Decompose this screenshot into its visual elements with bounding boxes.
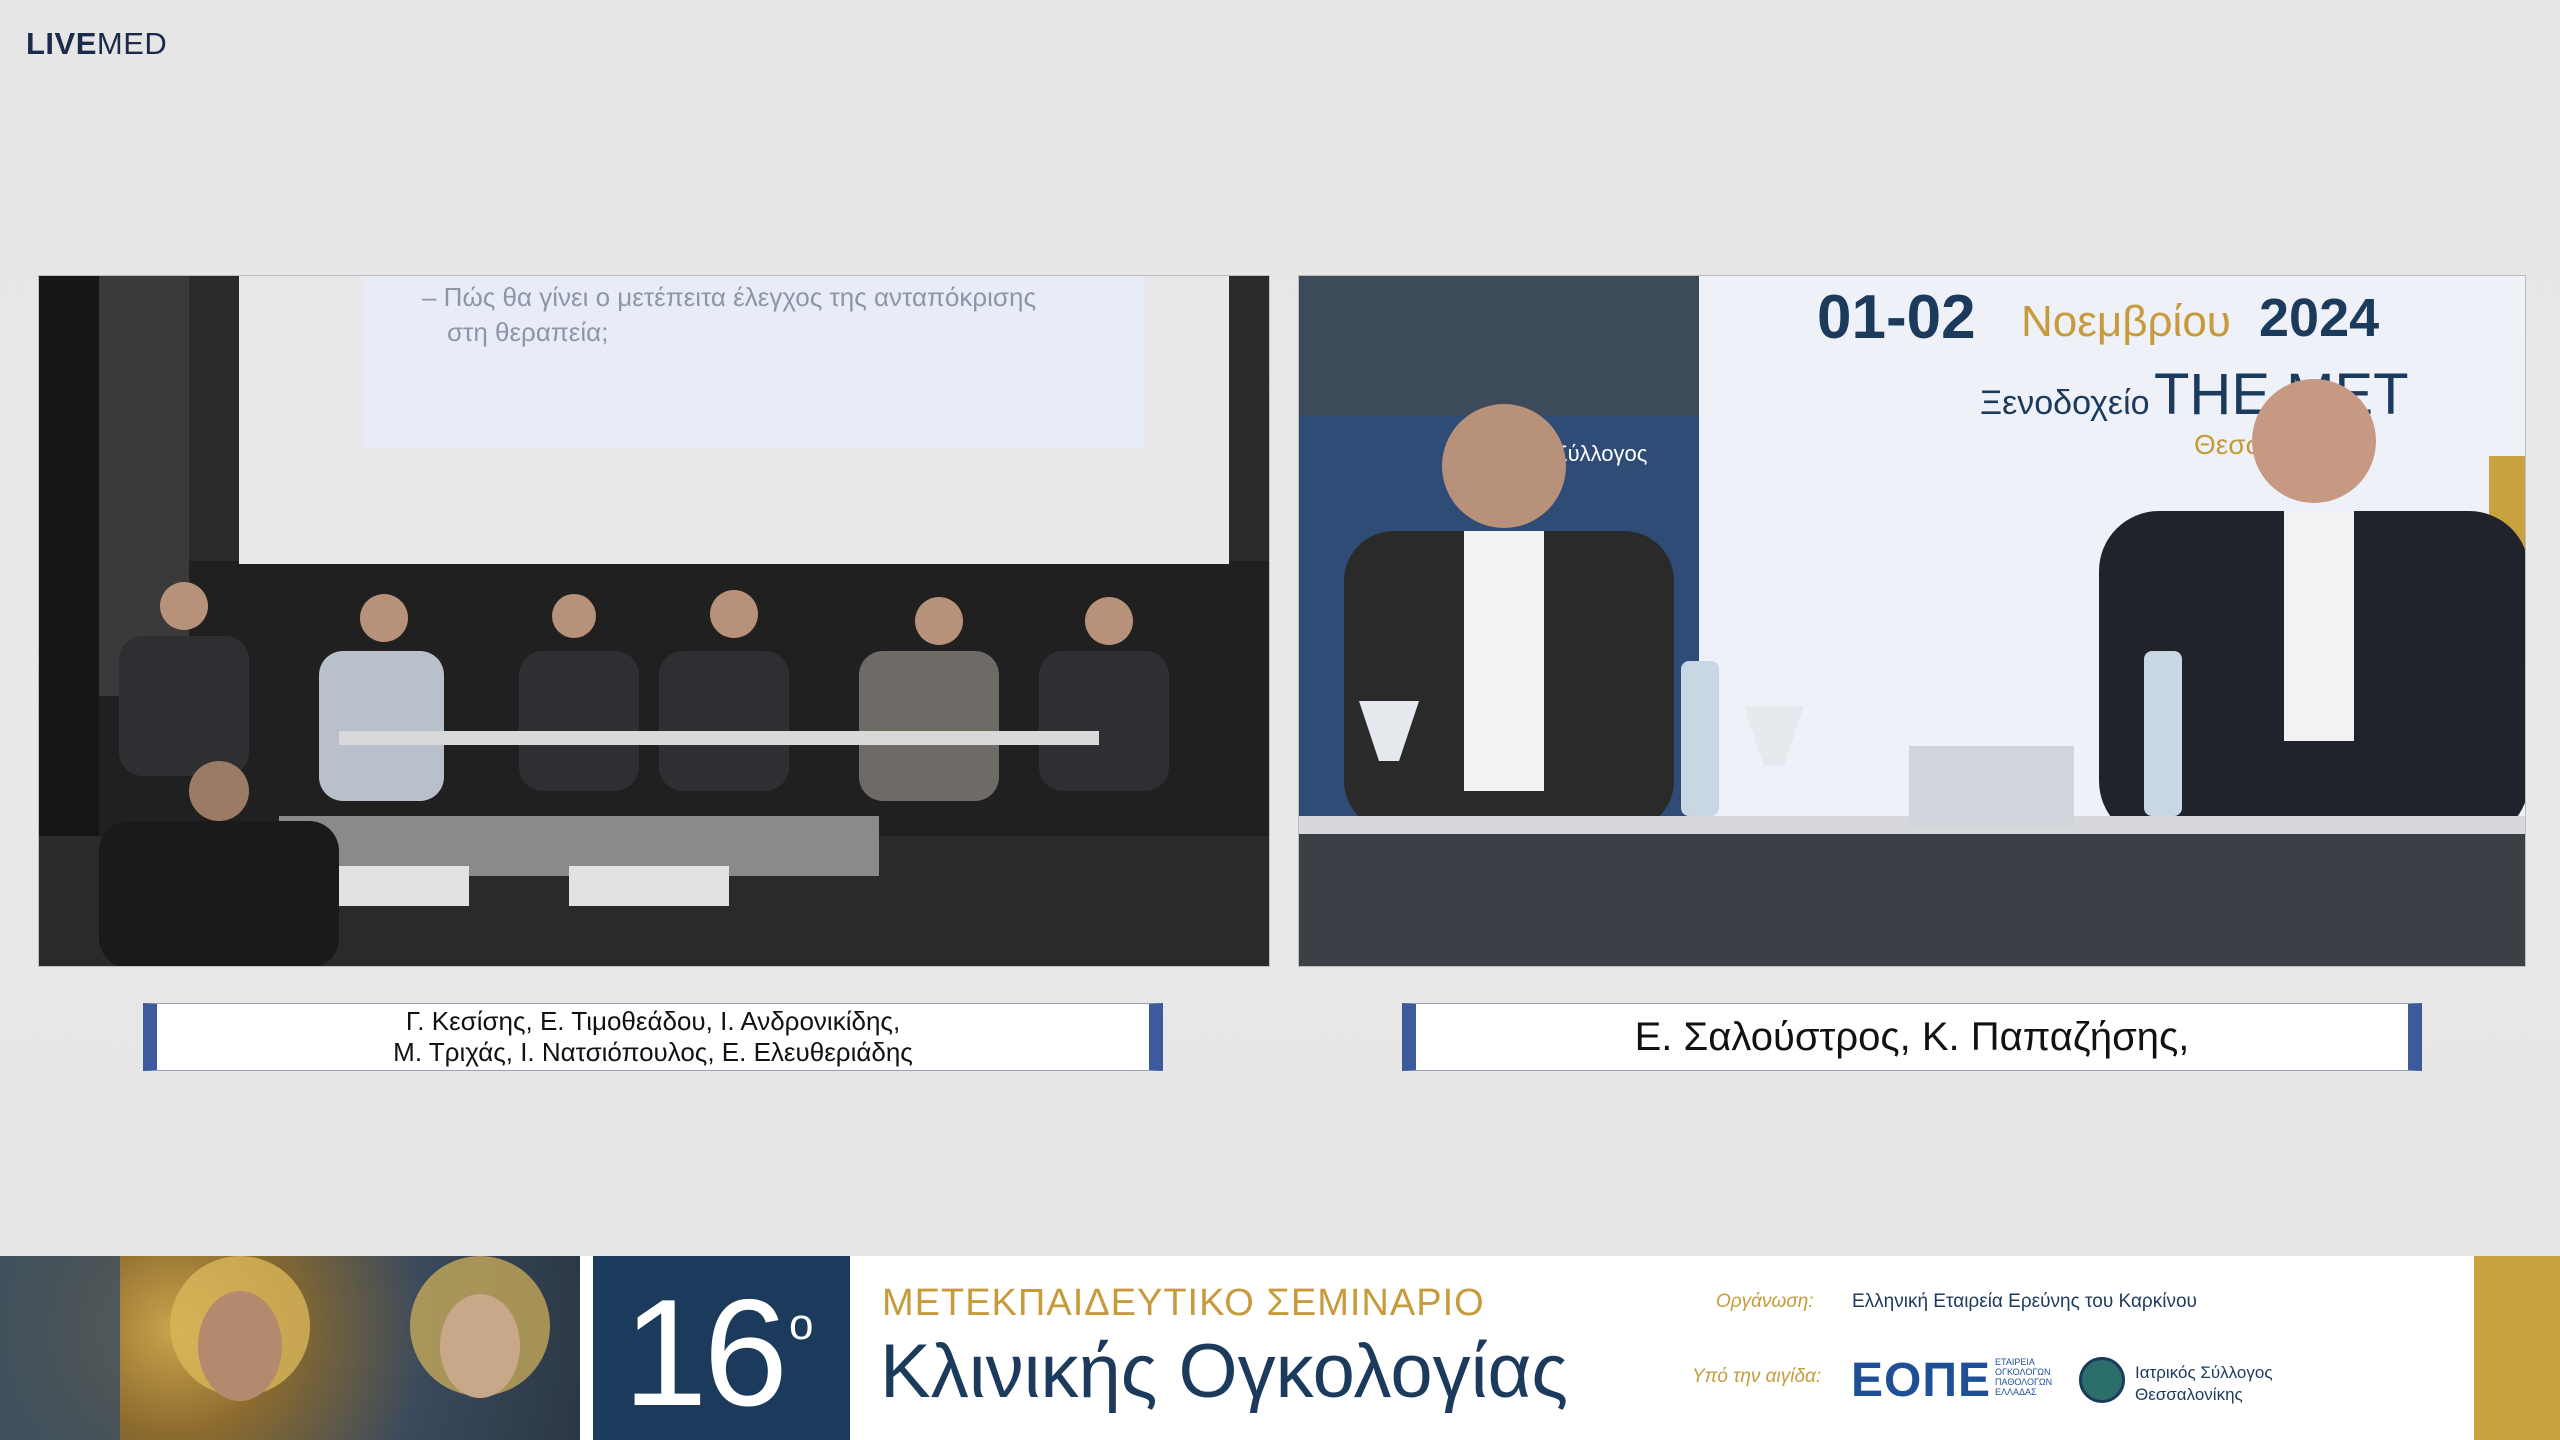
- medical-association-line1: Ιατρικός Σύλλογος: [2135, 1363, 2273, 1382]
- speakers-scene: 01-02 Νοεμβρίου 2024 Ξενοδοχείο THE MET …: [1299, 276, 2525, 966]
- caption-right-text: Ε. Σαλούστρος, Κ. Παπαζήσης,: [1634, 1014, 2190, 1059]
- eope-sub-line2: ΟΓΚΟΛΟΓΩΝ: [1995, 1367, 2051, 1377]
- seminar-banner: 16 ο ΜΕΤΕΚΠΑΙΔΕΥΤΙΚΟ ΣΕΜΙΝΑΡΙΟ Κλινικής …: [0, 1256, 2560, 1440]
- edition-number-block: 16 ο: [593, 1256, 850, 1440]
- panel-scene: – Πώς θα γίνει ο μετέπειτα έλεγχος της α…: [39, 276, 1269, 966]
- medical-association-line2: Θεσσαλονίκης: [2135, 1385, 2243, 1404]
- seminar-subtitle: ΜΕΤΕΚΠΑΙΔΕΥΤΙΚΟ ΣΕΜΙΝΑΡΙΟ: [882, 1282, 1485, 1324]
- edition-number: 16: [623, 1268, 788, 1438]
- backdrop-date: 01-02: [1817, 283, 1976, 352]
- caption-left-panelists: Γ. Κεσίσης, Ε. Τιμοθεάδου, Ι. Ανδρονικίδ…: [143, 1003, 1163, 1071]
- slide-text-line1: – Πώς θα γίνει ο μετέπειτα έλεγχος της α…: [422, 282, 1036, 312]
- medical-association-icon: [2079, 1357, 2125, 1403]
- gold-accent-bar: [2474, 1256, 2560, 1440]
- edition-ordinal: ο: [789, 1300, 814, 1349]
- livemed-logo: LIVEMED: [26, 26, 167, 62]
- backdrop-year: 2024: [2259, 288, 2379, 348]
- backdrop-society: Σύλλογος: [1554, 441, 1647, 466]
- backdrop-venue-prefix: Ξενοδοχείο: [1980, 384, 2150, 422]
- eope-sub-line1: ΕΤΑΙΡΕΙΑ: [1995, 1357, 2035, 1367]
- medical-association-name: Ιατρικός Σύλλογος Θεσσαλονίκης: [2135, 1362, 2273, 1406]
- video-feed-panel: – Πώς θα γίνει ο μετέπειτα έλεγχος της α…: [38, 275, 1270, 967]
- eope-sub-line3: ΠΑΘΟΛΟΓΩΝ: [1995, 1377, 2053, 1387]
- organizer-text: Ελληνική Εταιρεία Ερεύνης του Καρκίνου: [1852, 1291, 2197, 1312]
- eope-subtext: ΕΤΑΙΡΕΙΑ ΟΓΚΟΛΟΓΩΝ ΠΑΘΟΛΟΓΩΝ ΕΛΛΑΔΑΣ: [1995, 1357, 2052, 1397]
- aegis-label: Υπό την αιγίδα:: [1692, 1366, 1822, 1387]
- caption-right-speakers: Ε. Σαλούστρος, Κ. Παπαζήσης,: [1402, 1003, 2422, 1071]
- video-feed-speakers: 01-02 Νοεμβρίου 2024 Ξενοδοχείο THE MET …: [1298, 275, 2526, 967]
- slide-text-line2: στη θεραπεία;: [447, 317, 608, 347]
- eope-sub-line4: ΕΛΛΑΔΑΣ: [1995, 1387, 2037, 1397]
- eope-logo: ΕΟΠΕ: [1851, 1354, 1992, 1407]
- seminar-title: Κλινικής Ογκολογίας: [880, 1329, 1569, 1414]
- organizer-label: Οργάνωση:: [1716, 1291, 1814, 1312]
- logo-light: MED: [96, 26, 168, 61]
- caption-left-line1: Γ. Κεσίσης, Ε. Τιμοθεάδου, Ι. Ανδρονικίδ…: [405, 1006, 901, 1036]
- caption-left-line2: Μ. Τριχάς, Ι. Νατσιόπουλος, Ε. Ελευθεριά…: [393, 1037, 913, 1067]
- backdrop-month: Νοεμβρίου: [2021, 297, 2231, 346]
- mosaic-image: [0, 1256, 580, 1440]
- logo-bold: LIVE: [26, 26, 97, 61]
